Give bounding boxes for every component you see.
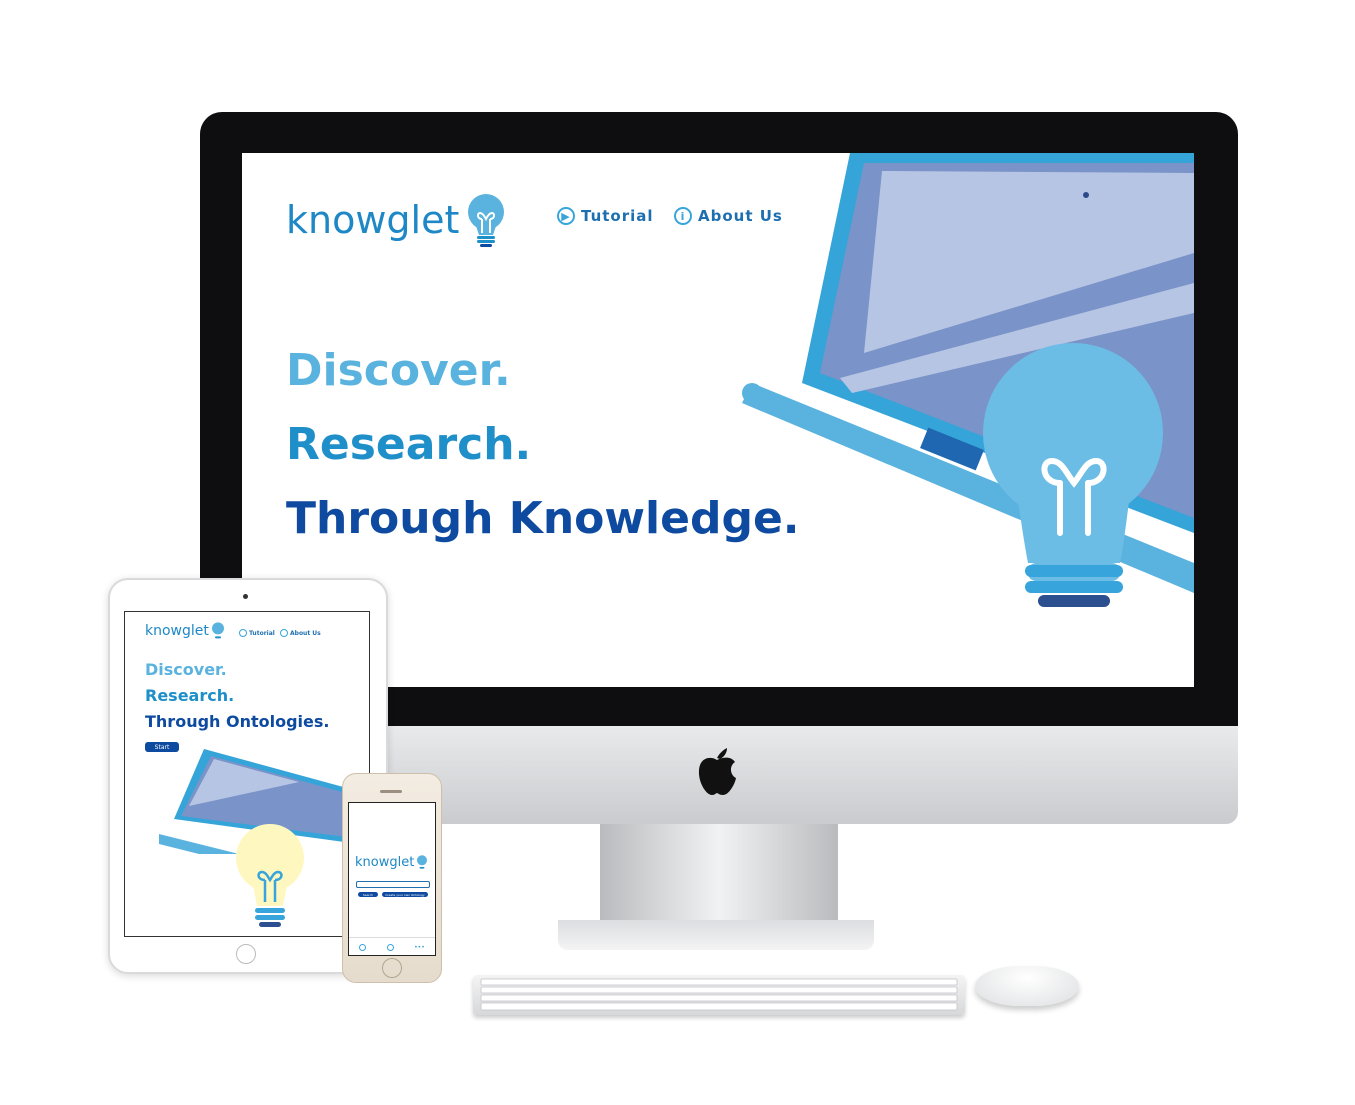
phone-bottom-nav: •••	[349, 937, 435, 955]
lightbulb-illustration	[236, 824, 304, 927]
info-icon: i	[674, 207, 692, 225]
tablet-nav-tutorial[interactable]: Tutorial	[239, 629, 275, 637]
nav-about-label: About Us	[698, 207, 783, 225]
imac-foot	[558, 920, 874, 950]
phone-logo[interactable]: knowglet	[355, 855, 428, 870]
tablet-screen: knowglet Tutorial About Us Discover. Res…	[124, 611, 370, 937]
info-icon	[280, 629, 288, 637]
video-camera-icon: ▶	[557, 207, 575, 225]
hero-line-3: Through Knowledge.	[286, 493, 800, 544]
apple-logo-icon	[694, 744, 740, 798]
nav-about-us[interactable]: i About Us	[674, 207, 783, 225]
phone-search-button[interactable]: Search	[358, 892, 378, 897]
tablet-nav-tutorial-label: Tutorial	[249, 629, 275, 637]
video-camera-icon[interactable]	[359, 943, 367, 951]
info-icon[interactable]	[386, 943, 394, 951]
logo-text: knowglet	[145, 623, 209, 639]
start-button[interactable]: Start	[145, 742, 179, 752]
logo-text: knowglet	[286, 198, 460, 242]
imac-chin	[384, 726, 1238, 824]
phone-search-input[interactable]	[356, 881, 430, 888]
phone-screen: knowglet Search Create your own Ontology…	[348, 802, 436, 956]
hero-line-1: Discover.	[286, 345, 511, 396]
keyboard	[473, 975, 965, 1015]
imac-stand	[600, 824, 838, 924]
tablet-logo[interactable]: knowglet	[145, 622, 225, 640]
lightbulb-illustration	[983, 343, 1163, 607]
mouse	[975, 966, 1079, 1006]
tablet-hero-line-2: Research.	[145, 686, 235, 705]
ipad-camera	[243, 594, 248, 599]
phone-create-button[interactable]: Create your own Ontology	[382, 892, 428, 897]
lightbulb-icon	[468, 194, 505, 247]
logo-text: knowglet	[355, 855, 415, 870]
lightbulb-icon	[417, 855, 428, 869]
tablet-hero-line-1: Discover.	[145, 660, 227, 679]
tablet-nav-about-label: About Us	[290, 629, 321, 637]
iphone-speaker	[380, 790, 402, 793]
iphone-home-button	[382, 958, 402, 978]
hero-line-2: Research.	[286, 419, 532, 470]
video-camera-icon	[239, 629, 247, 637]
tablet-hero-line-3: Through Ontologies.	[145, 712, 330, 731]
desktop-logo[interactable]: knowglet	[286, 193, 507, 247]
nav-tutorial[interactable]: ▶ Tutorial	[557, 207, 654, 225]
ipad-home-button	[236, 944, 256, 964]
nav-tutorial-label: Tutorial	[581, 207, 654, 225]
tablet-nav-about-us[interactable]: About Us	[280, 629, 321, 637]
lightbulb-icon	[211, 622, 224, 639]
more-icon[interactable]: •••	[414, 944, 425, 951]
